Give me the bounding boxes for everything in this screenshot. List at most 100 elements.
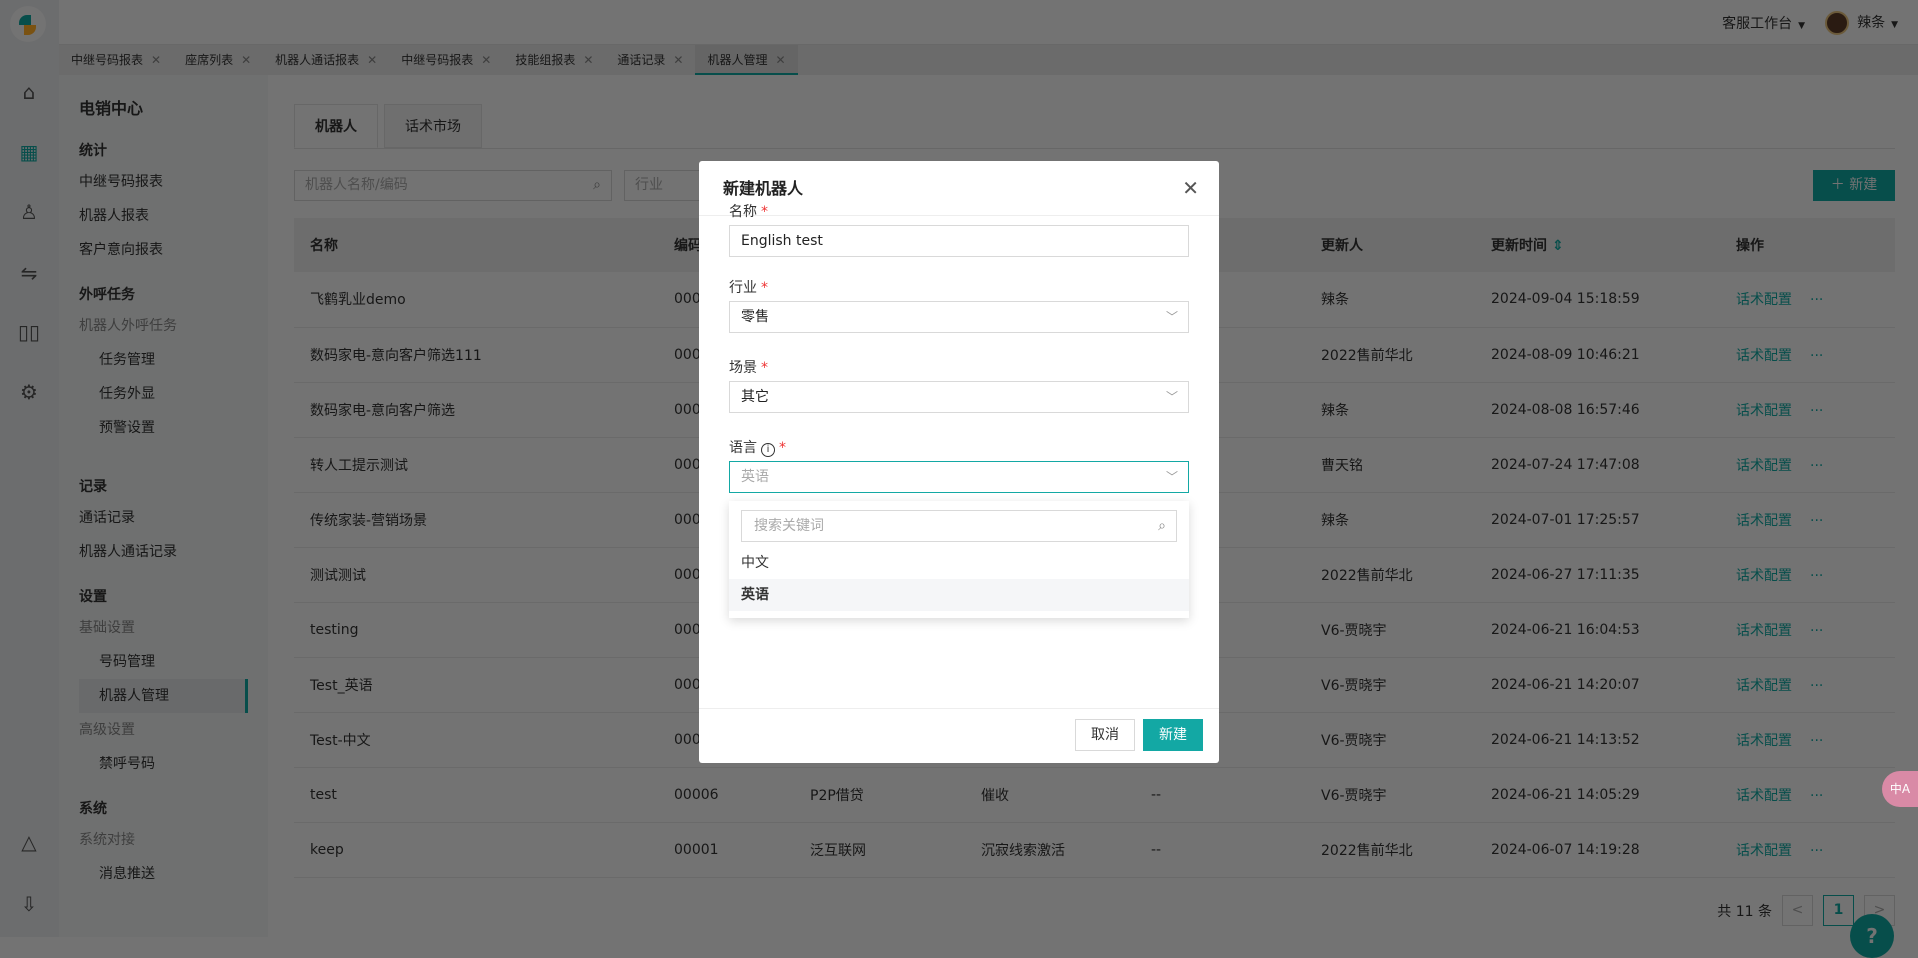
translate-icon[interactable]: 中A xyxy=(1882,771,1918,807)
column-header: 名称 xyxy=(294,218,658,272)
close-tab-icon[interactable]: ✕ xyxy=(241,45,251,75)
caret-down-icon: ▼ xyxy=(1798,20,1806,31)
search-placeholder: 机器人名称/编码 xyxy=(305,177,408,193)
sidebar-item[interactable]: 机器人外呼任务 xyxy=(79,309,248,343)
open-tab[interactable]: 技能组报表 ✕ xyxy=(503,45,605,75)
sidebar-item[interactable]: 基础设置 xyxy=(79,611,248,645)
workspace-menu[interactable]: 客服工作台 ▼ xyxy=(1722,13,1805,33)
more-actions-icon[interactable]: ··· xyxy=(1810,292,1823,308)
script-config-link[interactable]: 话术配置 xyxy=(1736,403,1792,419)
user-menu[interactable]: 辣条 ▼ xyxy=(1825,10,1898,35)
close-tab-icon[interactable]: ✕ xyxy=(367,45,377,75)
more-actions-icon[interactable]: ··· xyxy=(1810,678,1823,694)
more-actions-icon[interactable]: ··· xyxy=(1810,458,1823,474)
close-tab-icon[interactable]: ✕ xyxy=(481,45,491,75)
more-actions-icon[interactable]: ··· xyxy=(1810,733,1823,749)
more-actions-icon[interactable]: ··· xyxy=(1810,513,1823,529)
open-tab[interactable]: 中继号码报表 ✕ xyxy=(59,45,173,75)
sidebar-item[interactable]: 系统对接 xyxy=(79,823,248,857)
sidebar-item[interactable]: 预警设置 xyxy=(79,411,248,445)
route-icon[interactable]: ⇋ xyxy=(17,261,41,285)
name-input[interactable]: English test xyxy=(729,225,1189,257)
scene-label: 场景 * xyxy=(729,360,768,376)
table-cell: 辣条 xyxy=(1305,272,1475,328)
close-icon[interactable]: ✕ xyxy=(1182,161,1199,216)
sidebar-item[interactable]: 机器人通话记录 xyxy=(79,535,248,569)
prev-page-button[interactable]: < xyxy=(1782,895,1813,926)
page-tab-bar: 中继号码报表 ✕ 座席列表 ✕ 机器人通话报表 ✕ 中继号码报表 ✕ 技能组报表 ✕ 通话记录 ✕ 机器… xyxy=(59,45,1918,75)
open-tab[interactable]: 机器人管理 ✕ xyxy=(695,45,798,75)
book-icon[interactable]: ▯▯ xyxy=(17,320,41,344)
script-config-link[interactable]: 话术配置 xyxy=(1736,678,1792,694)
tab-label: 通话记录 xyxy=(617,53,666,67)
dropdown-search-input[interactable]: 搜索关键词 ⌕ xyxy=(741,510,1177,542)
column-header[interactable]: 更新时间 ⇕ xyxy=(1475,218,1720,272)
script-config-link[interactable]: 话术配置 xyxy=(1736,292,1792,308)
actions-cell: 话术配置 ··· xyxy=(1720,822,1895,878)
close-tab-icon[interactable]: ✕ xyxy=(151,45,161,75)
new-robot-button[interactable]: ＋ 新建 xyxy=(1813,170,1895,201)
close-tab-icon[interactable]: ✕ xyxy=(775,45,785,73)
open-tab[interactable]: 座席列表 ✕ xyxy=(173,45,263,75)
language-select[interactable]: 英语 ﹀ xyxy=(729,461,1189,493)
cancel-button[interactable]: 取消 xyxy=(1075,719,1135,751)
bell-icon[interactable]: △ xyxy=(17,830,41,854)
dashboard-icon[interactable]: ▦ xyxy=(17,140,41,164)
more-actions-icon[interactable]: ··· xyxy=(1810,403,1823,419)
sort-icon[interactable]: ⇕ xyxy=(1547,238,1564,254)
sidebar-item[interactable]: 客户意向报表 xyxy=(79,233,248,267)
sidebar-item[interactable]: 消息推送 xyxy=(79,857,248,891)
table-cell: V6-贾晓宇 xyxy=(1305,602,1475,658)
sidebar-item[interactable]: 禁呼号码 xyxy=(79,747,248,781)
sidebar-item[interactable]: 机器人报表 xyxy=(79,199,248,233)
option-chinese[interactable]: 中文 xyxy=(729,547,1189,579)
sidebar-item[interactable]: 任务外显 xyxy=(79,377,248,411)
sidebar-item[interactable]: 中继号码报表 xyxy=(79,165,248,199)
sidebar-item[interactable]: 通话记录 xyxy=(79,501,248,535)
info-icon[interactable]: i xyxy=(761,443,775,457)
sidebar-item[interactable]: 号码管理 xyxy=(79,645,248,679)
more-actions-icon[interactable]: ··· xyxy=(1810,623,1823,639)
confirm-new-button[interactable]: 新建 xyxy=(1143,719,1203,751)
open-tab[interactable]: 机器人通话报表 ✕ xyxy=(263,45,389,75)
script-config-link[interactable]: 话术配置 xyxy=(1736,513,1792,529)
industry-select[interactable]: 零售 ﹀ xyxy=(729,301,1189,333)
more-actions-icon[interactable]: ··· xyxy=(1810,788,1823,804)
script-config-link[interactable]: 话术配置 xyxy=(1736,458,1792,474)
open-tab[interactable]: 通话记录 ✕ xyxy=(605,45,695,75)
script-config-link[interactable]: 话术配置 xyxy=(1736,348,1792,364)
script-config-link[interactable]: 话术配置 xyxy=(1736,623,1792,639)
open-tab[interactable]: 中继号码报表 ✕ xyxy=(389,45,503,75)
download-folder-icon[interactable]: ⇩ xyxy=(17,892,41,916)
sidebar-item[interactable]: 高级设置 xyxy=(79,713,248,747)
more-actions-icon[interactable]: ··· xyxy=(1810,568,1823,584)
close-tab-icon[interactable]: ✕ xyxy=(673,45,683,75)
user-service-icon[interactable]: ♙ xyxy=(17,200,41,224)
script-config-link[interactable]: 话术配置 xyxy=(1736,788,1792,804)
column-header-label: 更新时间 xyxy=(1491,238,1547,254)
language-dropdown: 搜索关键词 ⌕ 中文 英语 xyxy=(729,501,1189,618)
table-cell: 飞鹤乳业demo xyxy=(294,272,658,328)
sidebar-group-label: 统计 xyxy=(79,143,107,159)
table-cell: 00006 xyxy=(658,767,794,823)
help-chat-icon[interactable]: ? xyxy=(1850,914,1894,958)
settings-icon[interactable]: ⚙ xyxy=(17,380,41,404)
page-1-button[interactable]: 1 xyxy=(1823,895,1854,926)
table-cell: 2022售前华北 xyxy=(1305,327,1475,383)
tab-script-market[interactable]: 话术市场 xyxy=(384,104,482,148)
option-english[interactable]: 英语 xyxy=(729,579,1189,611)
sidebar-item[interactable]: 机器人管理 xyxy=(79,679,248,713)
script-config-link[interactable]: 话术配置 xyxy=(1736,843,1792,859)
script-config-link[interactable]: 话术配置 xyxy=(1736,733,1792,749)
home-icon[interactable]: ⌂ xyxy=(17,80,41,104)
top-header: 客服工作台 ▼ 辣条 ▼ xyxy=(59,0,1918,45)
script-config-link[interactable]: 话术配置 xyxy=(1736,568,1792,584)
more-actions-icon[interactable]: ··· xyxy=(1810,843,1823,859)
more-actions-icon[interactable]: ··· xyxy=(1810,348,1823,364)
tab-robots[interactable]: 机器人 xyxy=(294,104,378,148)
search-input[interactable]: 机器人名称/编码 ⌕ xyxy=(294,170,612,201)
tab-label: 技能组报表 xyxy=(515,53,576,67)
scene-select[interactable]: 其它 ﹀ xyxy=(729,381,1189,413)
sidebar-item[interactable]: 任务管理 xyxy=(79,343,248,377)
close-tab-icon[interactable]: ✕ xyxy=(583,45,593,75)
